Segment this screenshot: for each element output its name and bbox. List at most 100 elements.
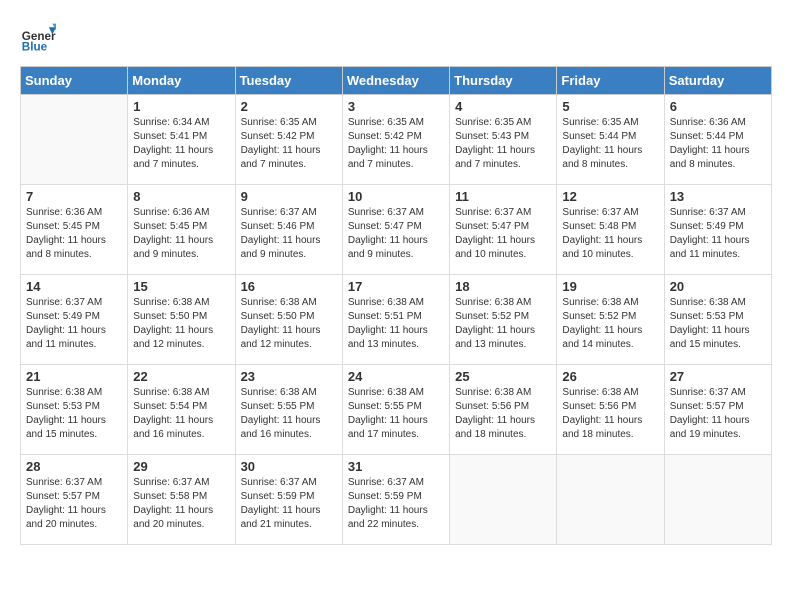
day-number: 15 [133, 279, 229, 294]
day-info: Sunrise: 6:36 AMSunset: 5:44 PMDaylight:… [670, 116, 766, 172]
calendar-cell: 18 Sunrise: 6:38 AMSunset: 5:52 PMDayligh… [450, 275, 557, 365]
calendar-cell [21, 95, 128, 185]
calendar-cell: 20 Sunrise: 6:38 AMSunset: 5:53 PMDayligh… [664, 275, 771, 365]
calendar-cell: 28Sunrise: 6:37 AMSunset: 5:57 PMDayligh… [21, 455, 128, 545]
calendar-cell: 17Sunrise: 6:38 AMSunset: 5:51 PMDayligh… [342, 275, 449, 365]
calendar-cell: 14 Sunrise: 6:37 AMSunset: 5:49 PMDayligh… [21, 275, 128, 365]
calendar-cell: 27Sunrise: 6:37 AMSunset: 5:57 PMDayligh… [664, 365, 771, 455]
day-number: 2 [241, 99, 337, 114]
day-number: 17 [348, 279, 444, 294]
day-number: 11 [455, 189, 551, 204]
calendar-cell [664, 455, 771, 545]
weekday-header-saturday: Saturday [664, 67, 771, 95]
day-info: Sunrise: 6:37 AMSunset: 5:48 PMDaylight:… [562, 206, 658, 262]
day-number: 24 [348, 369, 444, 384]
day-info: Sunrise: 6:38 AMSunset: 5:53 PMDaylight:… [26, 386, 122, 442]
day-number: 3 [348, 99, 444, 114]
day-number: 18 [455, 279, 551, 294]
day-number: 16 [241, 279, 337, 294]
day-info: Sunrise: 6:35 AMSunset: 5:42 PMDaylight:… [241, 116, 337, 172]
day-number: 27 [670, 369, 766, 384]
logo: General Blue [20, 20, 56, 56]
calendar-cell: 24 Sunrise: 6:38 AMSunset: 5:55 PMDayligh… [342, 365, 449, 455]
day-info: Sunrise: 6:37 AMSunset: 5:57 PMDaylight:… [26, 476, 122, 532]
day-number: 8 [133, 189, 229, 204]
calendar-cell: 31 Sunrise: 6:37 AMSunset: 5:59 PMDayligh… [342, 455, 449, 545]
calendar-cell: 4 Sunrise: 6:35 AMSunset: 5:43 PMDaylight… [450, 95, 557, 185]
calendar-cell: 6 Sunrise: 6:36 AMSunset: 5:44 PMDaylight… [664, 95, 771, 185]
calendar-cell: 29 Sunrise: 6:37 AMSunset: 5:58 PMDayligh… [128, 455, 235, 545]
logo-icon: General Blue [20, 20, 56, 56]
calendar-cell: 2 Sunrise: 6:35 AMSunset: 5:42 PMDaylight… [235, 95, 342, 185]
day-number: 14 [26, 279, 122, 294]
weekday-header-thursday: Thursday [450, 67, 557, 95]
calendar-week-5: 28Sunrise: 6:37 AMSunset: 5:57 PMDayligh… [21, 455, 772, 545]
calendar-cell: 21 Sunrise: 6:38 AMSunset: 5:53 PMDayligh… [21, 365, 128, 455]
day-number: 20 [670, 279, 766, 294]
calendar-cell: 10Sunrise: 6:37 AMSunset: 5:47 PMDayligh… [342, 185, 449, 275]
day-number: 1 [133, 99, 229, 114]
day-number: 31 [348, 459, 444, 474]
calendar-week-2: 7Sunrise: 6:36 AMSunset: 5:45 PMDaylight… [21, 185, 772, 275]
day-info: Sunrise: 6:37 AMSunset: 5:47 PMDaylight:… [455, 206, 551, 262]
calendar-cell: 11 Sunrise: 6:37 AMSunset: 5:47 PMDayligh… [450, 185, 557, 275]
day-number: 13 [670, 189, 766, 204]
calendar-cell: 7Sunrise: 6:36 AMSunset: 5:45 PMDaylight… [21, 185, 128, 275]
day-number: 21 [26, 369, 122, 384]
weekday-header-friday: Friday [557, 67, 664, 95]
page-header: General Blue [20, 20, 772, 56]
day-info: Sunrise: 6:38 AMSunset: 5:55 PMDaylight:… [348, 386, 444, 442]
day-number: 19 [562, 279, 658, 294]
calendar-week-4: 21 Sunrise: 6:38 AMSunset: 5:53 PMDayligh… [21, 365, 772, 455]
day-info: Sunrise: 6:38 AMSunset: 5:56 PMDaylight:… [455, 386, 551, 442]
calendar-cell: 5 Sunrise: 6:35 AMSunset: 5:44 PMDaylight… [557, 95, 664, 185]
day-info: Sunrise: 6:36 AMSunset: 5:45 PMDaylight:… [26, 206, 122, 262]
weekday-header-row: SundayMondayTuesdayWednesdayThursdayFrid… [21, 67, 772, 95]
day-number: 30 [241, 459, 337, 474]
day-info: Sunrise: 6:37 AMSunset: 5:49 PMDaylight:… [26, 296, 122, 352]
day-number: 4 [455, 99, 551, 114]
day-number: 25 [455, 369, 551, 384]
day-info: Sunrise: 6:37 AMSunset: 5:46 PMDaylight:… [241, 206, 337, 262]
day-info: Sunrise: 6:37 AMSunset: 5:47 PMDaylight:… [348, 206, 444, 262]
calendar-cell: 25 Sunrise: 6:38 AMSunset: 5:56 PMDayligh… [450, 365, 557, 455]
day-info: Sunrise: 6:35 AMSunset: 5:43 PMDaylight:… [455, 116, 551, 172]
day-info: Sunrise: 6:37 AMSunset: 5:58 PMDaylight:… [133, 476, 229, 532]
day-info: Sunrise: 6:37 AMSunset: 5:59 PMDaylight:… [348, 476, 444, 532]
day-info: Sunrise: 6:38 AMSunset: 5:56 PMDaylight:… [562, 386, 658, 442]
day-info: Sunrise: 6:37 AMSunset: 5:49 PMDaylight:… [670, 206, 766, 262]
calendar-cell: 16 Sunrise: 6:38 AMSunset: 5:50 PMDayligh… [235, 275, 342, 365]
calendar-cell: 23 Sunrise: 6:38 AMSunset: 5:55 PMDayligh… [235, 365, 342, 455]
day-info: Sunrise: 6:35 AMSunset: 5:44 PMDaylight:… [562, 116, 658, 172]
calendar-cell [450, 455, 557, 545]
weekday-header-sunday: Sunday [21, 67, 128, 95]
day-info: Sunrise: 6:37 AMSunset: 5:59 PMDaylight:… [241, 476, 337, 532]
calendar-cell: 13 Sunrise: 6:37 AMSunset: 5:49 PMDayligh… [664, 185, 771, 275]
day-info: Sunrise: 6:38 AMSunset: 5:53 PMDaylight:… [670, 296, 766, 352]
day-number: 12 [562, 189, 658, 204]
calendar-cell: 12 Sunrise: 6:37 AMSunset: 5:48 PMDayligh… [557, 185, 664, 275]
day-info: Sunrise: 6:38 AMSunset: 5:52 PMDaylight:… [562, 296, 658, 352]
day-number: 5 [562, 99, 658, 114]
calendar-cell: 1Sunrise: 6:34 AMSunset: 5:41 PMDaylight… [128, 95, 235, 185]
calendar-week-1: 1Sunrise: 6:34 AMSunset: 5:41 PMDaylight… [21, 95, 772, 185]
day-info: Sunrise: 6:38 AMSunset: 5:54 PMDaylight:… [133, 386, 229, 442]
day-number: 6 [670, 99, 766, 114]
day-number: 29 [133, 459, 229, 474]
calendar-cell: 26Sunrise: 6:38 AMSunset: 5:56 PMDayligh… [557, 365, 664, 455]
day-info: Sunrise: 6:38 AMSunset: 5:55 PMDaylight:… [241, 386, 337, 442]
day-number: 23 [241, 369, 337, 384]
calendar-cell [557, 455, 664, 545]
calendar-cell: 22Sunrise: 6:38 AMSunset: 5:54 PMDayligh… [128, 365, 235, 455]
day-info: Sunrise: 6:38 AMSunset: 5:52 PMDaylight:… [455, 296, 551, 352]
svg-text:Blue: Blue [22, 41, 48, 54]
calendar-cell: 9Sunrise: 6:37 AMSunset: 5:46 PMDaylight… [235, 185, 342, 275]
day-info: Sunrise: 6:36 AMSunset: 5:45 PMDaylight:… [133, 206, 229, 262]
calendar-cell: 8 Sunrise: 6:36 AMSunset: 5:45 PMDaylight… [128, 185, 235, 275]
calendar-table: SundayMondayTuesdayWednesdayThursdayFrid… [20, 66, 772, 545]
weekday-header-tuesday: Tuesday [235, 67, 342, 95]
day-info: Sunrise: 6:35 AMSunset: 5:42 PMDaylight:… [348, 116, 444, 172]
day-info: Sunrise: 6:38 AMSunset: 5:50 PMDaylight:… [241, 296, 337, 352]
calendar-week-3: 14 Sunrise: 6:37 AMSunset: 5:49 PMDayligh… [21, 275, 772, 365]
calendar-cell: 15Sunrise: 6:38 AMSunset: 5:50 PMDayligh… [128, 275, 235, 365]
